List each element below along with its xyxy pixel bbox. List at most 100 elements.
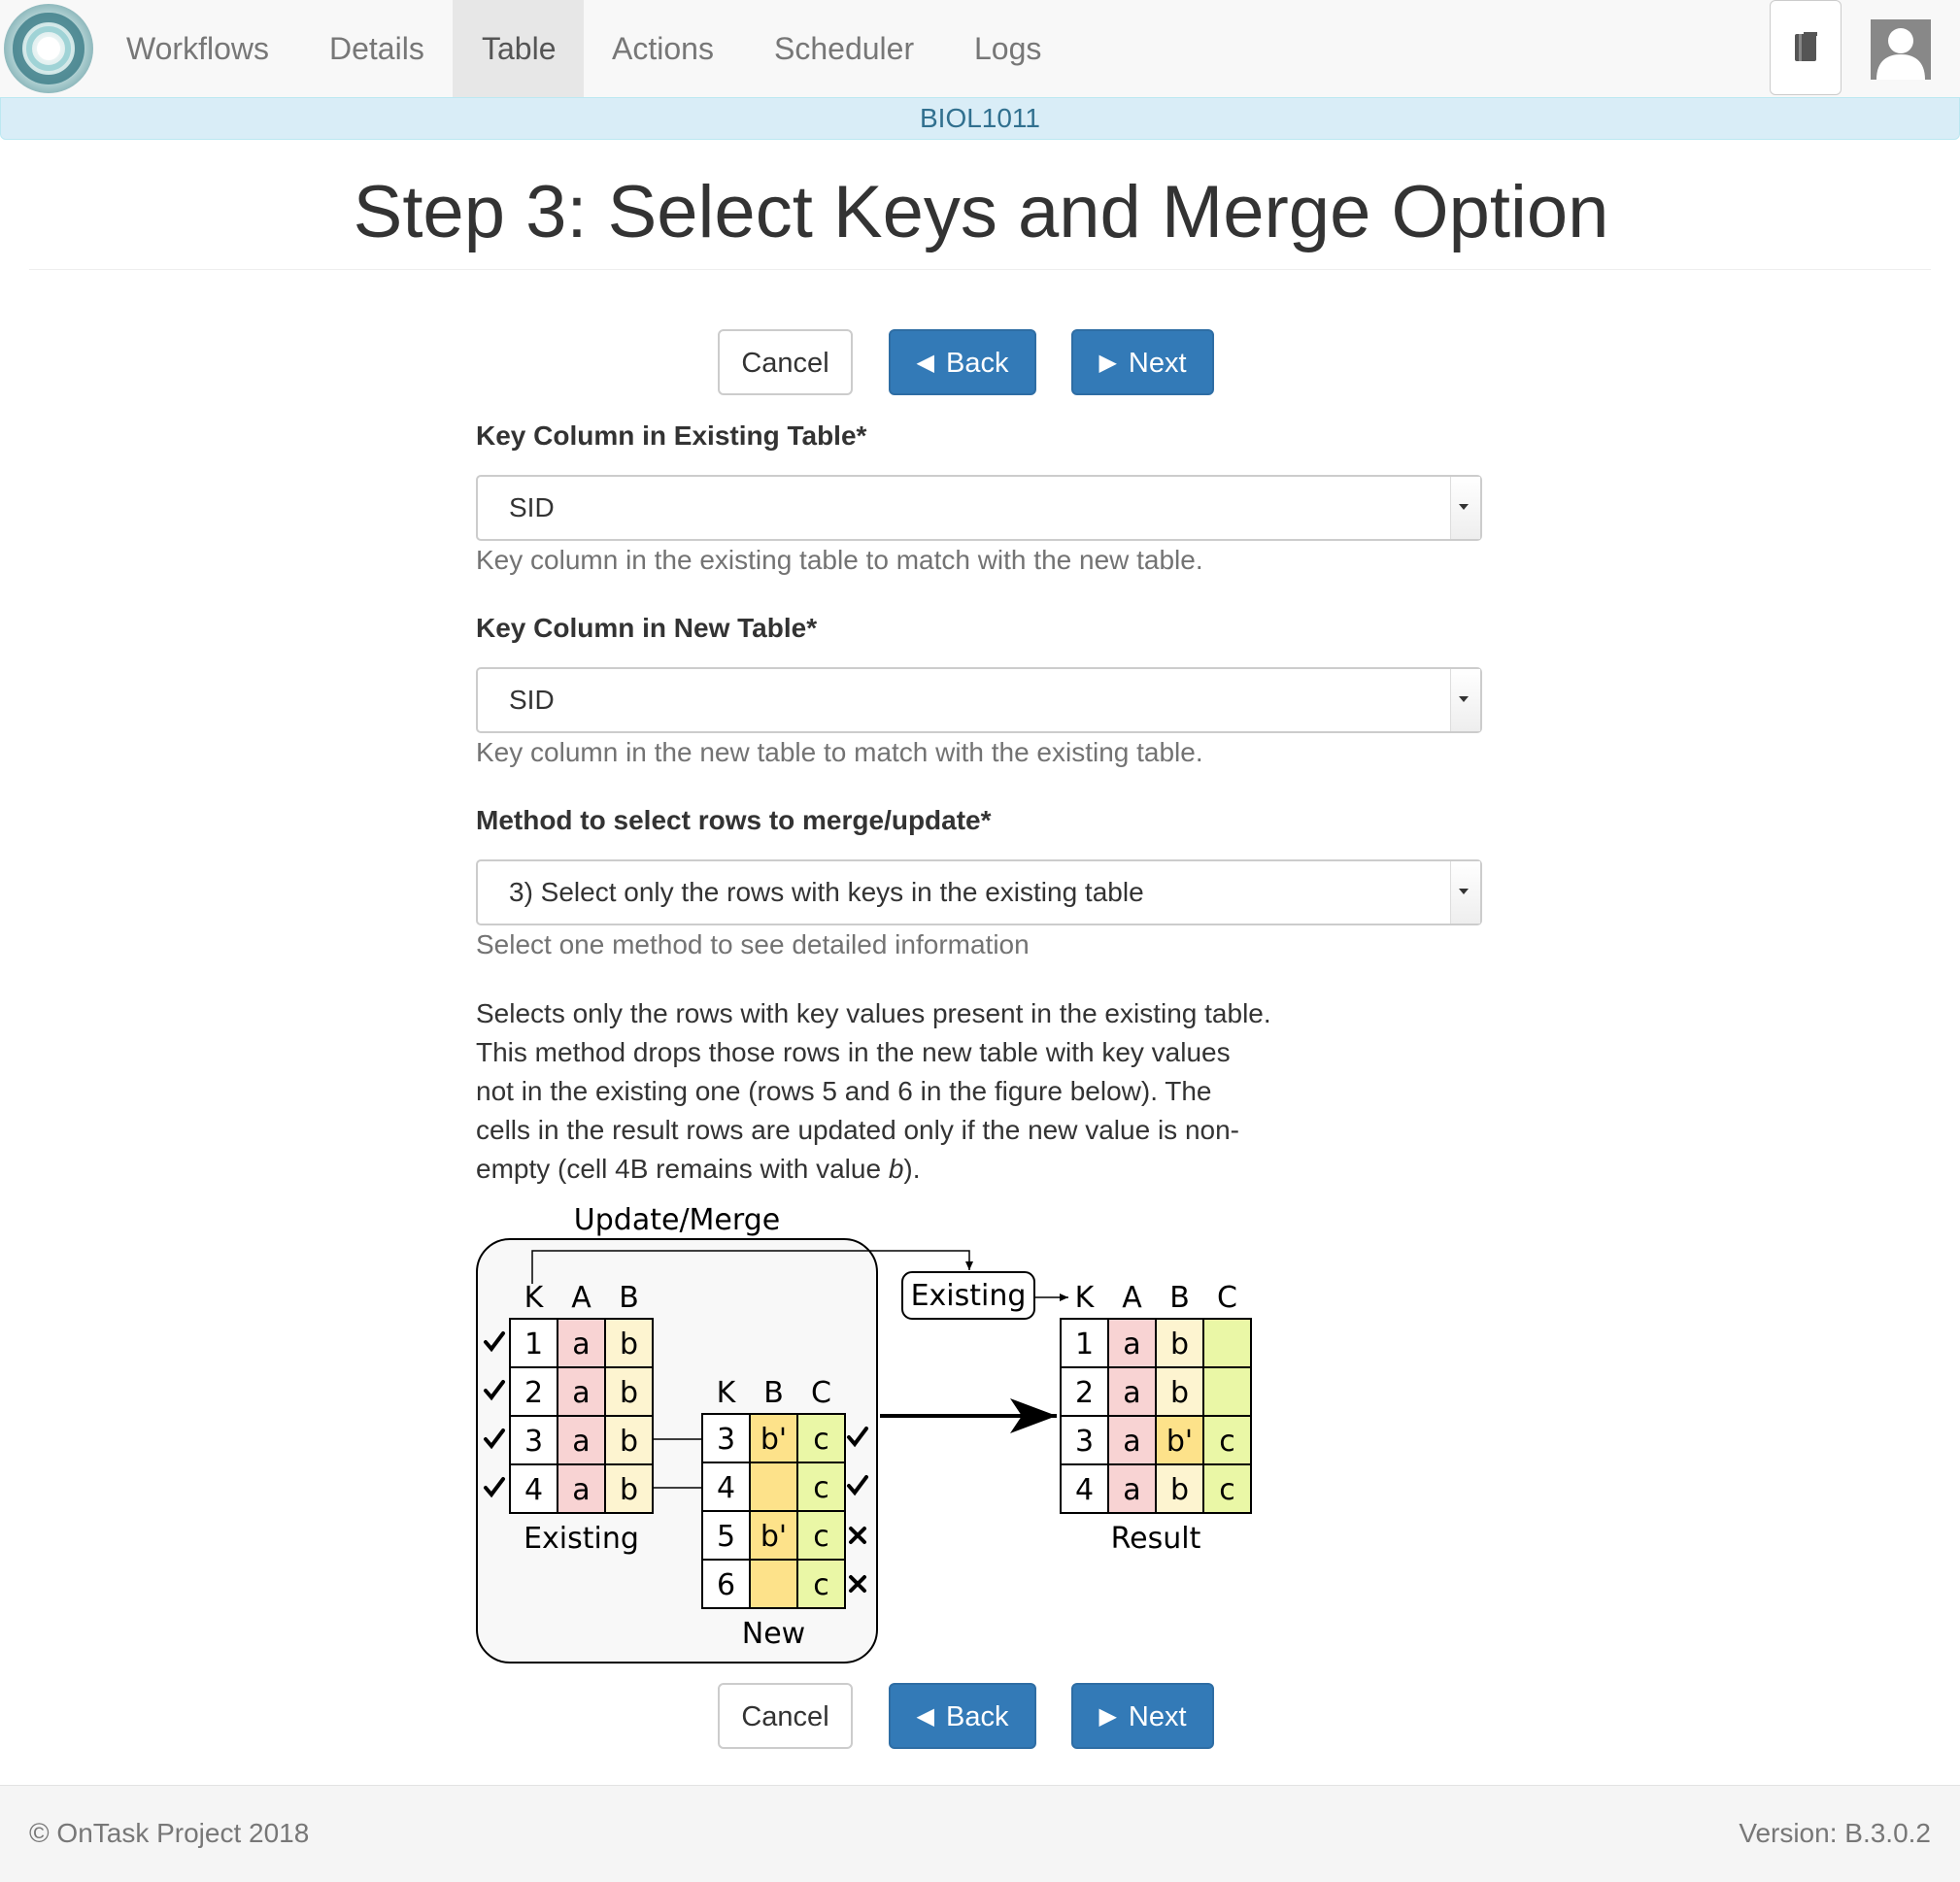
- new-table-cell-text: c: [813, 1471, 829, 1505]
- existing-table-cell-text: b: [620, 1327, 638, 1361]
- existing-label-text: Existing: [911, 1279, 1027, 1313]
- new-table-header-K: K: [717, 1376, 737, 1410]
- back-button-top[interactable]: ◀ Back: [889, 329, 1036, 395]
- page-footer: © OnTask Project 2018 Version: B.3.0.2: [0, 1785, 1960, 1882]
- ontask-logo-icon[interactable]: [2, 2, 95, 95]
- next-label: Next: [1128, 1701, 1187, 1732]
- nav-logs[interactable]: Logs: [945, 0, 1070, 97]
- existing-key-value: SID: [509, 492, 555, 522]
- existing-table-cell-text: 4: [524, 1473, 543, 1507]
- user-avatar-icon[interactable]: [1871, 19, 1931, 80]
- new-key-help: Key column in the new table to match wit…: [476, 737, 1203, 767]
- select-arrow: [1450, 477, 1480, 539]
- existing-table-header-A: A: [571, 1281, 591, 1315]
- merge-method-label: Method to select rows to merge/update*: [476, 805, 992, 835]
- merge-method-help: Select one method to see detailed inform…: [476, 929, 1030, 959]
- caret-down-icon: [1459, 889, 1469, 894]
- result-table-cell-text: a: [1123, 1425, 1140, 1459]
- new-table-header-C: C: [811, 1376, 831, 1410]
- existing-table-cell-text: b: [620, 1376, 638, 1410]
- update-merge-title: Update/Merge: [574, 1203, 780, 1237]
- cancel-button-bottom[interactable]: Cancel: [718, 1683, 853, 1749]
- cancel-label: Cancel: [741, 348, 829, 379]
- top-navbar: Workflows Details Table Actions Schedule…: [0, 0, 1960, 98]
- existing-table-cell-text: a: [572, 1425, 590, 1459]
- new-table-cell-text: b': [760, 1423, 787, 1457]
- nav-logs-label: Logs: [974, 31, 1042, 66]
- merge-method-select[interactable]: 3) Select only the rows with keys in the…: [476, 859, 1482, 925]
- back-label: Back: [945, 348, 1009, 379]
- existing-key-label: Key Column in Existing Table*: [476, 420, 867, 451]
- cancel-button-top[interactable]: Cancel: [718, 329, 853, 395]
- merge-diagram: Update/Merge Existing K A B 1 a b 2 a b 3 a b 4 a b Exi…: [474, 1200, 1261, 1666]
- page-title: Step 3: Select Keys and Merge Option: [353, 171, 1609, 253]
- result-table-cell-text: c: [1219, 1473, 1235, 1507]
- cancel-label: Cancel: [741, 1701, 829, 1732]
- copyright-text: © OnTask Project 2018: [29, 1818, 310, 1848]
- triangle-right-icon: ▶: [1098, 1703, 1117, 1730]
- result-table-cell: [1202, 1366, 1252, 1417]
- merge-method-description: Selects only the rows with key values pr…: [476, 994, 1272, 1189]
- result-table-cell-text: c: [1219, 1425, 1235, 1459]
- result-table-cell-text: b: [1170, 1376, 1189, 1410]
- next-label: Next: [1128, 348, 1187, 379]
- nav-actions-label: Actions: [612, 31, 714, 66]
- existing-table-caption: Existing: [524, 1522, 639, 1556]
- nav-details[interactable]: Details: [300, 0, 454, 97]
- existing-key-select[interactable]: SID: [476, 475, 1482, 541]
- result-table-cell: [1202, 1318, 1252, 1368]
- nav-workflows-label: Workflows: [126, 31, 269, 66]
- existing-table-cell-text: b: [620, 1473, 638, 1507]
- nav-scheduler[interactable]: Scheduler: [745, 0, 943, 97]
- new-table-cell-text: c: [813, 1520, 829, 1554]
- result-table-header-B: B: [1169, 1281, 1190, 1315]
- new-key-label: Key Column in New Table*: [476, 613, 818, 643]
- existing-table-header-K: K: [524, 1281, 545, 1315]
- result-table-cell-text: a: [1123, 1376, 1140, 1410]
- nav-actions[interactable]: Actions: [583, 0, 743, 97]
- merge-diagram-svg: Update/Merge Existing K A B1 a b2 a b3 a b4 a bExi…: [476, 1203, 1252, 1664]
- result-table-cell-text: 4: [1075, 1473, 1094, 1507]
- new-key-select[interactable]: SID: [476, 667, 1482, 733]
- nav-details-label: Details: [329, 31, 424, 66]
- result-table-cell-text: b: [1170, 1327, 1189, 1361]
- result-table-cell-text: a: [1123, 1473, 1140, 1507]
- new-table-cell-text: c: [813, 1423, 829, 1457]
- title-divider: [29, 269, 1931, 270]
- existing-table-cell-text: a: [572, 1327, 590, 1361]
- triangle-left-icon: ◀: [916, 1703, 934, 1730]
- result-table-cell-text: b: [1170, 1473, 1189, 1507]
- manual-button[interactable]: [1770, 0, 1842, 95]
- description-text-end: ).: [903, 1154, 921, 1184]
- nav-table-label: Table: [482, 31, 557, 66]
- caret-down-icon: [1459, 696, 1469, 702]
- new-table-cell-text: 5: [717, 1520, 735, 1554]
- triangle-left-icon: ◀: [916, 350, 934, 376]
- new-table-header-B: B: [763, 1376, 784, 1410]
- version-text: Version: B.3.0.2: [1739, 1818, 1931, 1848]
- new-table-cell: [749, 1559, 798, 1609]
- result-table-header-C: C: [1217, 1281, 1237, 1315]
- existing-table-cell-text: 1: [524, 1327, 543, 1361]
- existing-key-help: Key column in the existing table to matc…: [476, 545, 1203, 575]
- triangle-right-icon: ▶: [1098, 350, 1117, 376]
- nav-table[interactable]: Table: [453, 0, 584, 97]
- existing-table-cell-text: a: [572, 1376, 590, 1410]
- next-button-top[interactable]: ▶ Next: [1071, 329, 1214, 395]
- nav-workflows[interactable]: Workflows: [97, 0, 298, 97]
- description-text: Selects only the rows with key values pr…: [476, 998, 1271, 1184]
- back-label: Back: [945, 1701, 1009, 1732]
- new-table-cell: [749, 1462, 798, 1512]
- result-table-cell-text: a: [1123, 1327, 1140, 1361]
- result-table-caption: Result: [1111, 1522, 1201, 1556]
- next-button-bottom[interactable]: ▶ Next: [1071, 1683, 1214, 1749]
- new-table-cell-text: c: [813, 1568, 829, 1602]
- new-table-cell-text: b': [760, 1520, 787, 1554]
- new-table-cell-text: 6: [717, 1568, 735, 1602]
- back-button-bottom[interactable]: ◀ Back: [889, 1683, 1036, 1749]
- new-key-value: SID: [509, 685, 555, 715]
- description-emphasis: b: [888, 1154, 904, 1184]
- existing-table-cell-text: a: [572, 1473, 590, 1507]
- merge-method-value: 3) Select only the rows with keys in the…: [509, 877, 1144, 907]
- existing-table-cell-text: 3: [524, 1425, 543, 1459]
